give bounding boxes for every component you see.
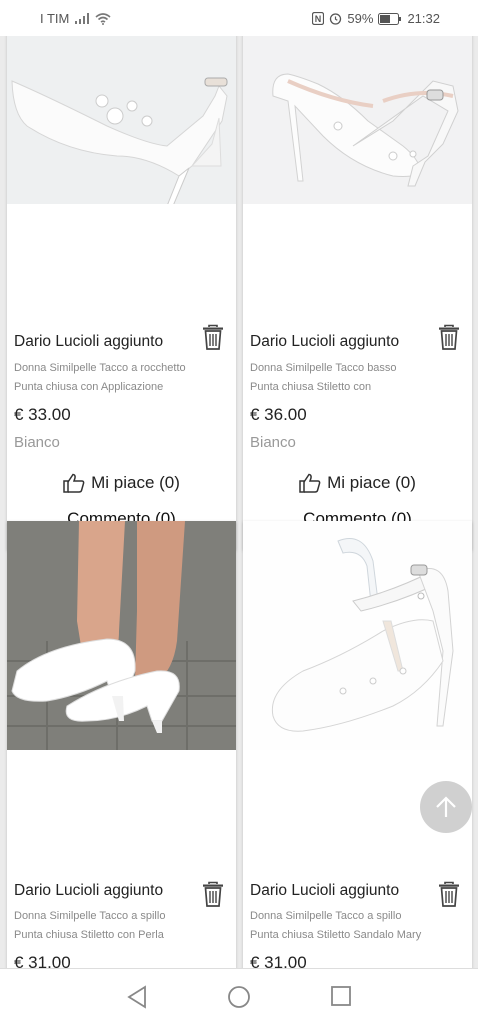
description-line: Punta chiusa Stiletto Sandalo Mary (250, 929, 422, 941)
product-card[interactable]: Dario Lucioli aggiunto Donna Similpelle … (243, 36, 472, 550)
product-card[interactable]: Dario Lucioli aggiunto Donna Similpelle … (7, 36, 236, 550)
like-button[interactable]: Mi piace (0) (7, 473, 236, 493)
nfc-icon: N (312, 12, 325, 25)
recents-square-icon[interactable] (330, 985, 352, 1007)
description-line: Punta chiusa Stiletto con (250, 381, 372, 393)
home-circle-icon[interactable] (227, 985, 251, 1009)
product-card[interactable]: Dario Lucioli aggiunto Donna Similpelle … (7, 521, 236, 968)
thumbs-up-icon (63, 473, 85, 493)
color-label: Bianco (14, 434, 60, 451)
wifi-icon (95, 12, 111, 25)
signal-icon (75, 13, 90, 24)
arrow-up-icon (436, 796, 456, 817)
trash-icon[interactable] (438, 324, 460, 350)
product-image[interactable] (243, 521, 472, 750)
author-name: Dario Lucioli aggiunto (14, 882, 164, 899)
trash-icon[interactable] (438, 881, 460, 907)
product-description: Donna Similpelle Tacco a spillo Punta ch… (250, 907, 464, 945)
trash-icon[interactable] (202, 881, 224, 907)
product-image[interactable] (243, 36, 472, 204)
product-image[interactable] (7, 521, 236, 750)
status-bar: I TIM N 59% 21:32 (0, 0, 478, 36)
color-label: Bianco (250, 434, 296, 451)
product-feed[interactable]: Dario Lucioli aggiunto Donna Similpelle … (0, 36, 478, 968)
product-image[interactable] (7, 36, 236, 204)
thumbs-up-icon (299, 473, 321, 493)
like-label: Mi piace (0) (91, 473, 180, 492)
price: € 33.00 (14, 405, 71, 424)
svg-text:N: N (315, 14, 322, 24)
author-name: Dario Lucioli aggiunto (250, 882, 400, 899)
battery-percent: 59% (347, 11, 374, 26)
clock: 21:32 (407, 11, 440, 26)
description-line: Donna Similpelle Tacco basso (250, 362, 397, 374)
price: € 31.00 (250, 953, 307, 968)
price: € 31.00 (14, 953, 71, 968)
battery-icon (378, 12, 402, 25)
trash-icon[interactable] (202, 324, 224, 350)
status-left: I TIM (40, 11, 111, 26)
like-button[interactable]: Mi piace (0) (243, 473, 472, 493)
description-line: Punta chiusa Stiletto con Perla (14, 929, 164, 941)
description-line: Donna Similpelle Tacco a spillo (14, 910, 166, 922)
description-line: Donna Similpelle Tacco a spillo (250, 910, 402, 922)
alarm-icon (330, 13, 342, 25)
product-card[interactable]: Dario Lucioli aggiunto Donna Similpelle … (243, 521, 472, 968)
author-name: Dario Lucioli aggiunto (14, 333, 164, 350)
status-right: N 59% 21:32 (312, 11, 440, 26)
back-triangle-icon[interactable] (126, 985, 148, 1009)
scroll-to-top-button[interactable] (420, 781, 472, 833)
product-description: Donna Similpelle Tacco a rocchetto Punta… (14, 359, 228, 397)
description-line: Donna Similpelle Tacco a rocchetto (14, 362, 186, 374)
carrier-label: I TIM (40, 11, 70, 26)
price: € 36.00 (250, 405, 307, 424)
product-description: Donna Similpelle Tacco a spillo Punta ch… (14, 907, 228, 945)
author-name: Dario Lucioli aggiunto (250, 333, 400, 350)
like-label: Mi piace (0) (327, 473, 416, 492)
product-description: Donna Similpelle Tacco basso Punta chius… (250, 359, 464, 397)
system-nav-bar (0, 968, 478, 1024)
description-line: Punta chiusa con Applicazione (14, 381, 164, 393)
